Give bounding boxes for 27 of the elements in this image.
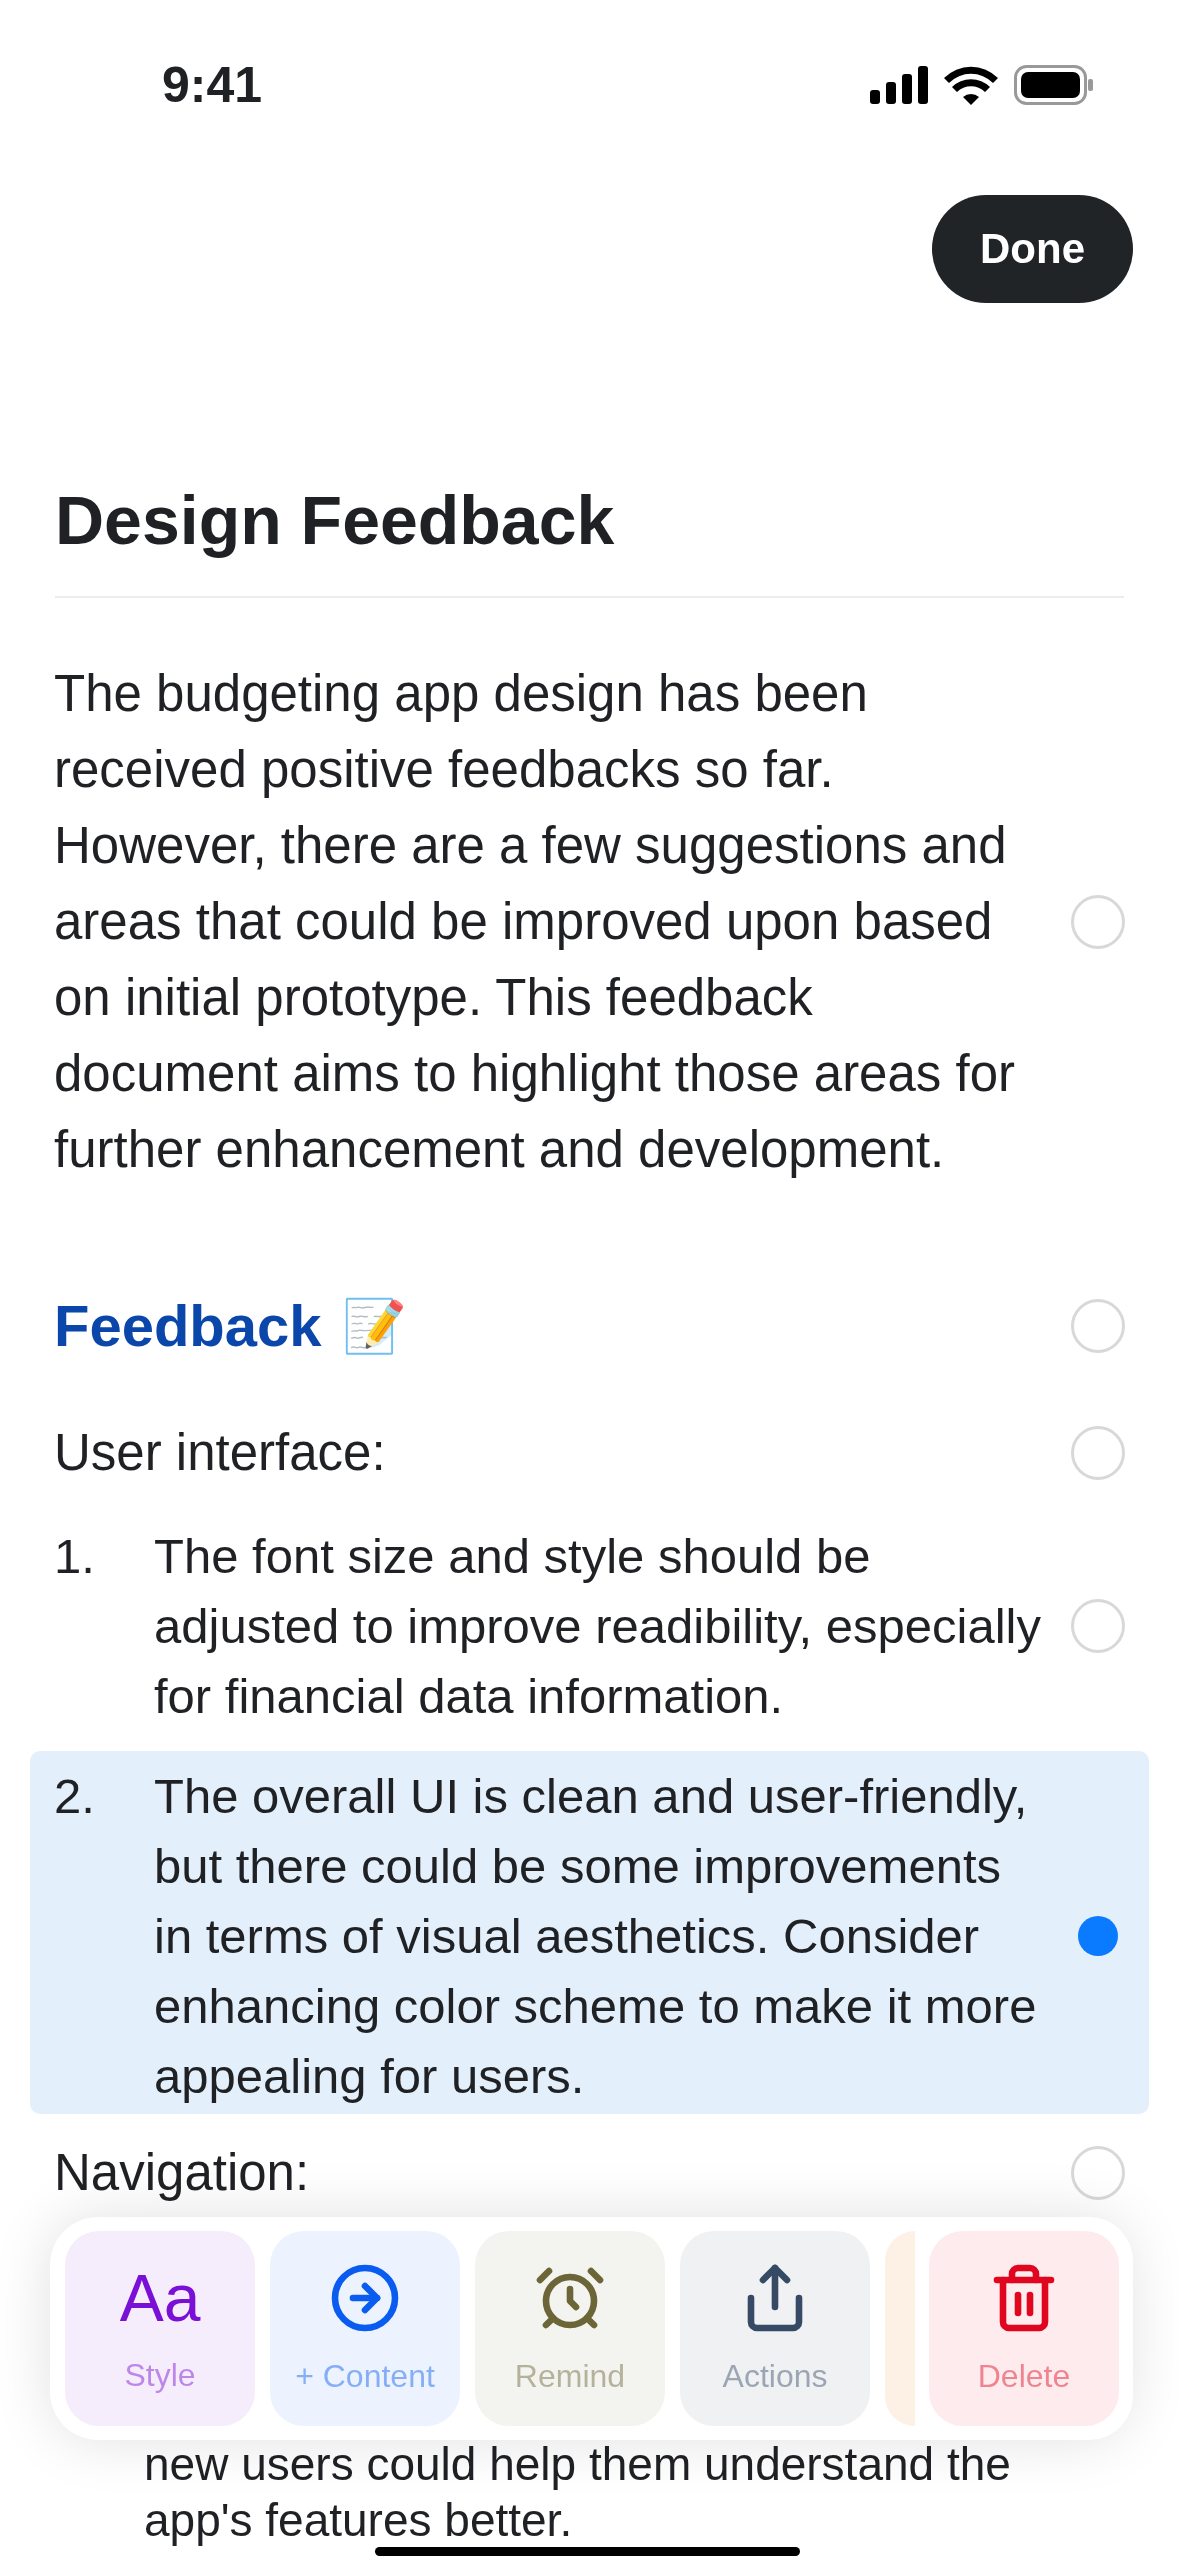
select-radio[interactable] bbox=[1071, 1426, 1125, 1480]
signal-icon bbox=[870, 66, 928, 104]
note-title: Design Feedback bbox=[55, 480, 1124, 598]
actions-button[interactable]: Actions bbox=[680, 2231, 870, 2426]
subheading: User interface: bbox=[54, 1423, 387, 1483]
select-radio[interactable] bbox=[1071, 2146, 1125, 2200]
style-button[interactable]: Aa Style bbox=[65, 2231, 255, 2426]
list-number: 2. bbox=[54, 1768, 96, 1825]
battery-icon bbox=[1014, 65, 1094, 105]
section-heading: Feedback bbox=[54, 1292, 322, 1360]
list-number: 1. bbox=[54, 1528, 96, 1585]
select-radio[interactable] bbox=[1071, 1299, 1125, 1353]
list-item-text: new users could help them understand the app's features better. bbox=[144, 2437, 1012, 2548]
paragraph: The budgeting app design has been received positive feedbacks so far. However, there are a few suggestions and areas that could be improved upon based on initial prototype. This feedback document aims to highlight those areas for further enhancement and development. bbox=[54, 664, 1017, 1180]
content-button[interactable]: + Content bbox=[270, 2231, 460, 2426]
text-style-icon: Aa bbox=[119, 2263, 201, 2333]
subheading: Navigation: bbox=[54, 2143, 311, 2203]
remind-button[interactable]: Remind bbox=[475, 2231, 665, 2426]
delete-button[interactable]: Delete bbox=[929, 2231, 1119, 2426]
list-item-text: The font size and style should be adjusted to improve readibility, especially for financial data information. bbox=[154, 1528, 1042, 1725]
select-radio[interactable] bbox=[1071, 1599, 1125, 1653]
memo-emoji: 📝 bbox=[341, 1296, 407, 1357]
status-time: 9:41 bbox=[162, 56, 263, 114]
done-button[interactable]: Done bbox=[932, 195, 1133, 303]
wifi-icon bbox=[944, 65, 998, 105]
list-item-text: The overall UI is clean and user-friendly, but there could be some improvements in terms of visual aesthetics. Consider enhancing color scheme to make it more appealing for users. bbox=[154, 1768, 1038, 2105]
select-radio[interactable] bbox=[1071, 895, 1125, 949]
